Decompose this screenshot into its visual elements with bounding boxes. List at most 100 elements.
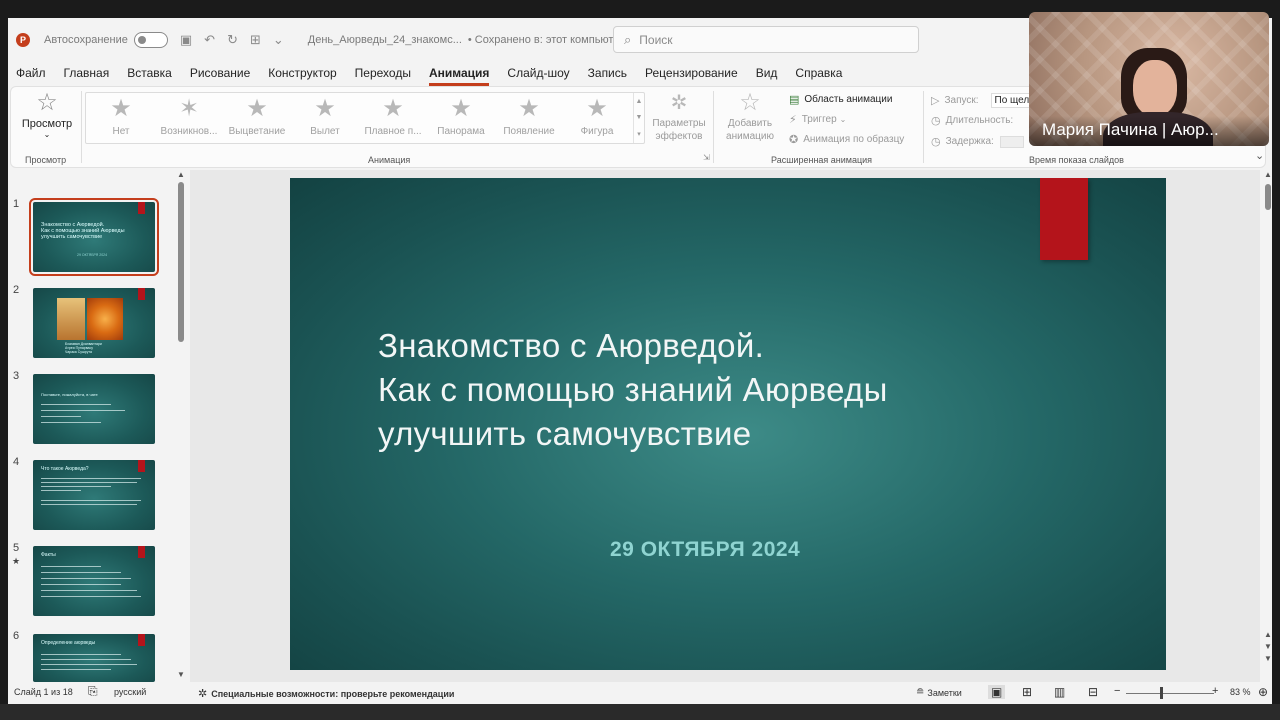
effect-options-label: Параметры эффектов bbox=[652, 118, 706, 142]
animation-none[interactable]: ★ Нет bbox=[89, 97, 153, 137]
notes-button[interactable]: ≘ Заметки bbox=[916, 687, 962, 698]
animation-float-in[interactable]: ★ Плавное п... bbox=[361, 97, 425, 137]
preview-button[interactable]: ☆ Просмотр ⌄ bbox=[19, 91, 75, 140]
slide-thumbnail-3[interactable]: Поставьте, пожалуйста, в чате bbox=[33, 374, 155, 444]
scroll-up-icon[interactable]: ▲ bbox=[1264, 170, 1272, 179]
reading-view-icon[interactable]: ▥ bbox=[1054, 685, 1065, 699]
save-status[interactable]: • Сохранено в: этот компьютер bbox=[468, 34, 626, 46]
text-line bbox=[41, 404, 111, 405]
tab-slideshow[interactable]: Слайд-шоу bbox=[498, 64, 578, 84]
normal-view-icon[interactable]: ▣ bbox=[988, 685, 1006, 699]
animation-fade[interactable]: ★ Выцветание bbox=[225, 97, 289, 137]
language-indicator[interactable]: русский bbox=[114, 687, 146, 697]
slide-thumbnail-6[interactable]: Определение аюрведы bbox=[33, 634, 155, 682]
slide-thumbnail-1[interactable]: Знакомство с Аюрведой. Как с помощью зна… bbox=[29, 198, 159, 276]
animation-fly-in[interactable]: ★ Вылет bbox=[293, 97, 357, 137]
group-label-advanced-animation: Расширенная анимация bbox=[771, 155, 873, 165]
slide-title[interactable]: Знакомство с Аюрведой. Как с помощью зна… bbox=[378, 324, 1098, 456]
animation-label: Появление bbox=[503, 126, 555, 137]
slideshow-start-icon[interactable]: ⊞ bbox=[250, 32, 261, 48]
thumbnail-scrollbar[interactable]: ▲ ▼ bbox=[176, 170, 186, 680]
thumbnail-number: 1 bbox=[13, 198, 20, 210]
scroll-thumb[interactable] bbox=[178, 182, 184, 342]
slide-ribbon-mark bbox=[138, 460, 145, 472]
animation-shape[interactable]: ★ Фигура bbox=[565, 97, 629, 137]
animation-pane-button[interactable]: ▤ Область анимации bbox=[789, 93, 892, 106]
delay-input[interactable] bbox=[999, 135, 1024, 148]
slide-canvas[interactable]: Знакомство с Аюрведой. Как с помощью зна… bbox=[290, 178, 1166, 670]
zoom-level[interactable]: 83 % bbox=[1230, 687, 1251, 697]
undo-icon[interactable]: ↶ bbox=[204, 32, 215, 48]
slide-thumbnail-5[interactable]: Факты bbox=[33, 546, 155, 616]
trigger-button[interactable]: ⚡ Триггер ⌄ bbox=[789, 113, 846, 126]
slide-thumbnail-2[interactable]: Бхагаван Дханвантари Атрея Пунарвасу Чар… bbox=[33, 288, 155, 358]
save-icon[interactable]: ▣ bbox=[180, 32, 192, 48]
effect-options-button[interactable]: ✲ Параметры эффектов bbox=[649, 91, 709, 143]
thumbnail-number: 4 bbox=[13, 456, 20, 468]
gallery-expand-icon[interactable]: ▾ bbox=[637, 130, 641, 138]
accessibility-button[interactable]: ✲ Специальные возможности: проверьте рек… bbox=[198, 687, 454, 700]
tab-insert[interactable]: Вставка bbox=[118, 64, 181, 84]
animation-appear[interactable]: ✶ Возникнов... bbox=[157, 97, 221, 137]
thumbnail-number: 3 bbox=[13, 370, 20, 382]
slideshow-view-icon[interactable]: ⊟ bbox=[1088, 685, 1098, 699]
customize-toolbar-icon[interactable]: ⌄ bbox=[273, 32, 284, 48]
tab-record[interactable]: Запись bbox=[579, 64, 636, 84]
slide-subtitle-date[interactable]: 29 ОКТЯБРЯ 2024 bbox=[610, 538, 800, 562]
search-input[interactable]: ⌕ Поиск bbox=[613, 26, 919, 53]
add-animation-label: Добавить анимацию bbox=[726, 118, 774, 142]
animation-appearance[interactable]: ★ Появление bbox=[497, 97, 561, 137]
thumbnail-text: Знакомство с Аюрведой. Как с помощью зна… bbox=[41, 222, 125, 240]
autosave-toggle[interactable] bbox=[133, 32, 168, 48]
tab-file[interactable]: Файл bbox=[8, 64, 55, 84]
star-icon: ★ bbox=[450, 97, 472, 122]
chevron-down-icon[interactable]: ▼ bbox=[636, 114, 643, 121]
preview-button-label: Просмотр bbox=[21, 118, 73, 130]
divider bbox=[81, 91, 82, 163]
add-animation-button[interactable]: ☆ Добавить анимацию bbox=[717, 91, 783, 143]
text-line bbox=[41, 482, 137, 483]
spellcheck-icon[interactable]: ⎘ bbox=[88, 684, 98, 699]
tab-review[interactable]: Рецензирование bbox=[636, 64, 747, 84]
zoom-slider-thumb[interactable] bbox=[1160, 687, 1163, 699]
slide-title-line: улучшить самочувствие bbox=[378, 415, 752, 452]
document-name[interactable]: День_Аюрведы_24_знакомс... bbox=[308, 34, 462, 46]
tab-design[interactable]: Конструктор bbox=[259, 64, 345, 84]
previous-slide-icon[interactable]: ▲ bbox=[1264, 630, 1272, 639]
animation-pane-icon: ▤ bbox=[789, 94, 800, 106]
fit-to-window-icon[interactable]: ⊕ bbox=[1258, 685, 1268, 699]
animation-painter-button[interactable]: ✪ Анимация по образцу bbox=[789, 133, 904, 146]
scroll-down-icon[interactable]: ▼ bbox=[177, 670, 185, 679]
thumbnail-text: Бхагаван Дханвантари Атрея Пунарвасу Чар… bbox=[65, 342, 102, 354]
tab-animations[interactable]: Анимация bbox=[420, 64, 498, 86]
zoom-out-icon[interactable]: − bbox=[1114, 685, 1120, 697]
dialog-launcher-icon[interactable]: ⇲ bbox=[703, 153, 710, 162]
star-icon: ★ bbox=[518, 97, 540, 122]
animation-pan[interactable]: ★ Панорама bbox=[429, 97, 493, 137]
next-slide-icon[interactable]: ▼ bbox=[1264, 654, 1272, 663]
tab-transitions[interactable]: Переходы bbox=[346, 64, 420, 84]
scroll-down-icon[interactable]: ▼ bbox=[1264, 642, 1272, 651]
slide-thumbnail-4[interactable]: Что такое Аюрведа? bbox=[33, 460, 155, 530]
scroll-up-icon[interactable]: ▲ bbox=[177, 170, 185, 179]
gallery-scroll[interactable]: ▲ ▼ ▾ bbox=[633, 93, 644, 143]
animation-painter-icon: ✪ bbox=[789, 134, 799, 146]
ribbon-tabs: Файл Главная Вставка Рисование Конструкт… bbox=[8, 64, 851, 86]
thumbnail-text: Факты bbox=[41, 552, 56, 558]
zoom-slider[interactable] bbox=[1126, 693, 1214, 694]
text-line bbox=[41, 659, 131, 660]
text-line bbox=[41, 500, 141, 501]
redo-icon[interactable]: ↻ bbox=[227, 32, 238, 48]
tab-home[interactable]: Главная bbox=[55, 64, 119, 84]
tab-draw[interactable]: Рисование bbox=[181, 64, 259, 84]
animation-painter-label: Анимация по образцу bbox=[803, 134, 905, 145]
scroll-thumb[interactable] bbox=[1265, 184, 1271, 210]
tab-help[interactable]: Справка bbox=[786, 64, 851, 84]
slide-sorter-icon[interactable]: ⊞ bbox=[1022, 685, 1032, 699]
tab-view[interactable]: Вид bbox=[747, 64, 787, 84]
editor-scrollbar[interactable]: ▲ ▲ ▼ ▼ bbox=[1264, 170, 1272, 682]
chevron-up-icon[interactable]: ▲ bbox=[636, 98, 643, 105]
start-select[interactable]: По щел bbox=[990, 93, 1034, 108]
collapse-ribbon-icon[interactable]: ⌄ bbox=[1255, 149, 1264, 162]
zoom-in-icon[interactable]: + bbox=[1212, 685, 1218, 697]
